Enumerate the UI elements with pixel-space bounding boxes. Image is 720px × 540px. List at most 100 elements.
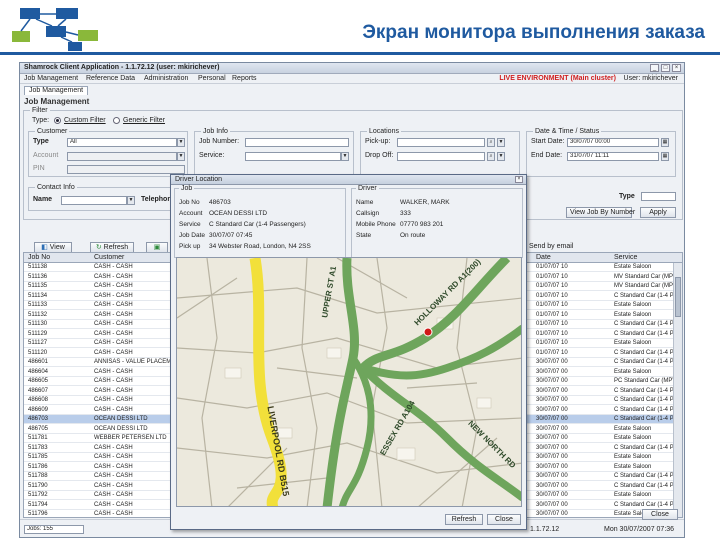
col-header-customer[interactable]: Customer (94, 254, 124, 261)
table-cell: CASH - CASH (94, 340, 133, 346)
minimize-icon[interactable]: _ (650, 64, 659, 72)
close-icon[interactable]: × (515, 176, 523, 183)
generic-filter-radio[interactable] (113, 117, 120, 124)
col-header-date[interactable]: Date (536, 254, 551, 261)
menu-administration[interactable]: Administration (144, 75, 188, 82)
table-cell: CASH - CASH (94, 492, 133, 498)
table-cell: CASH - CASH (94, 463, 133, 470)
table-cell: 01/07/07 10 (536, 340, 568, 346)
close-button[interactable]: Close (642, 509, 678, 520)
job-no-label: Job No (179, 199, 200, 206)
table-cell: Estate Saloon (614, 311, 652, 318)
menu-reference-data[interactable]: Reference Data (86, 75, 135, 82)
table-cell: 511127 (28, 340, 48, 346)
table-scrollbar[interactable] (673, 263, 682, 517)
view-job-by-number-button[interactable]: View Job By Number (566, 207, 635, 218)
chevron-down-icon[interactable]: ▼ (341, 152, 349, 161)
pickup-label: Pick up (179, 243, 201, 250)
maximize-icon[interactable]: □ (661, 64, 670, 72)
table-cell: Estate Saloon (614, 463, 652, 470)
table-cell: Estate Saloon (614, 435, 652, 441)
callsign-value: 333 (400, 210, 411, 217)
chevron-down-icon[interactable]: ▼ (497, 138, 505, 147)
start-date-input[interactable]: 30/07/07 00:00 (567, 138, 659, 147)
account-input[interactable] (67, 152, 177, 161)
table-cell: 511790 (28, 482, 48, 489)
table-cell: 511792 (28, 492, 48, 498)
window-titlebar[interactable]: Shamrock Client Application - 1.1.72.12 … (20, 63, 684, 74)
job-no-value: 486703 (209, 199, 231, 206)
driver-location-dialog: Driver Location × Job Job No 486703 Acco… (170, 174, 527, 530)
table-cell: 511120 (28, 349, 48, 356)
customer-type-label: Type (33, 138, 49, 145)
chevron-down-icon[interactable]: ▼ (177, 152, 185, 161)
type-label: Type: (32, 117, 50, 124)
table-cell: 30/07/07 00 (536, 387, 568, 394)
menu-reports[interactable]: Reports (232, 75, 257, 82)
table-cell: 01/07/07 10 (536, 273, 568, 280)
table-cell: 30/07/07 00 (536, 397, 568, 403)
table-cell: 511796 (28, 511, 48, 517)
account-label: Account (33, 152, 59, 159)
menu-job-management[interactable]: Job Management (24, 75, 78, 82)
chevron-down-icon[interactable]: ▼ (177, 138, 185, 147)
locations-legend: Locations (367, 128, 401, 135)
table-cell: 30/07/07 00 (536, 435, 568, 441)
scrollbar-thumb[interactable] (675, 277, 681, 317)
generic-filter-label[interactable]: Generic Filter (123, 117, 165, 124)
table-cell: 30/07/07 00 (536, 444, 568, 451)
custom-filter-radio[interactable] (54, 117, 61, 124)
col-header-service[interactable]: Service (614, 254, 637, 261)
chevron-down-icon[interactable]: ▼ (127, 196, 135, 205)
search-icon[interactable]: ⌕ (487, 138, 495, 147)
table-cell: 30/07/07 00 (536, 368, 568, 375)
table-cell: 30/07/07 00 (536, 454, 568, 460)
date-time-legend: Date & Time / Status (533, 128, 602, 135)
table-cell: 01/07/07 10 (536, 283, 568, 289)
dialog-titlebar[interactable]: Driver Location × (171, 175, 526, 185)
mobile-phone-value: 07770 983 201 (400, 221, 444, 228)
table-cell: 30/07/07 00 (536, 482, 568, 489)
chevron-down-icon[interactable]: ▼ (497, 152, 505, 161)
apply-button[interactable]: Apply (640, 207, 676, 218)
service-select[interactable] (245, 152, 341, 161)
type-right-input[interactable] (641, 192, 676, 201)
close-icon[interactable]: × (672, 64, 681, 72)
table-cell: 30/07/07 00 (536, 359, 568, 365)
table-cell: 30/07/07 00 (536, 463, 568, 470)
custom-filter-label[interactable]: Custom Filter (64, 117, 106, 124)
driver-map[interactable]: LIVERPOOL RD B515 UPPER ST A1 HOLLOWAY R… (176, 257, 522, 507)
job-number-input[interactable] (245, 138, 349, 147)
calendar-icon[interactable]: ▦ (661, 138, 669, 147)
table-cell: 30/07/07 00 (536, 511, 568, 517)
map-canvas[interactable]: LIVERPOOL RD B515 UPPER ST A1 HOLLOWAY R… (177, 258, 522, 507)
service-label: Service: (199, 152, 225, 159)
table-cell: 511788 (28, 473, 48, 479)
menu-personal[interactable]: Personal (198, 75, 226, 82)
table-cell: 486601 (28, 359, 49, 365)
contact-group: Contact Info Name ▼ Telephone (28, 184, 188, 211)
dialog-close-button[interactable]: Close (487, 514, 521, 525)
name-input[interactable] (61, 196, 127, 205)
table-cell: Estate Saloon (614, 368, 652, 375)
logo-icon (12, 8, 98, 51)
job-date-label: Job Date (179, 232, 206, 239)
customer-type-select[interactable]: All (67, 138, 177, 147)
tab-job-management[interactable]: Job Management (24, 86, 89, 95)
dropoff-input[interactable] (397, 152, 485, 161)
search-icon[interactable]: ⌕ (487, 152, 495, 161)
table-cell: CASH - CASH (94, 397, 133, 403)
pickup-input[interactable] (397, 138, 485, 147)
pin-input[interactable] (67, 165, 185, 174)
driver-location-marker-icon[interactable] (423, 327, 433, 337)
dropoff-label: Drop Off: (365, 152, 394, 159)
calendar-icon[interactable]: ▦ (661, 152, 669, 161)
table-cell: CASH - CASH (94, 311, 133, 318)
col-header-job-no[interactable]: Job No (28, 254, 50, 261)
table-cell: 01/07/07 10 (536, 311, 568, 318)
dialog-title: Driver Location (175, 176, 223, 183)
customer-legend: Customer (35, 128, 70, 135)
table-cell: CASH - CASH (94, 454, 133, 460)
dialog-refresh-button[interactable]: Refresh (445, 514, 483, 525)
end-date-input[interactable]: 31/07/07 11:11 (567, 152, 659, 161)
